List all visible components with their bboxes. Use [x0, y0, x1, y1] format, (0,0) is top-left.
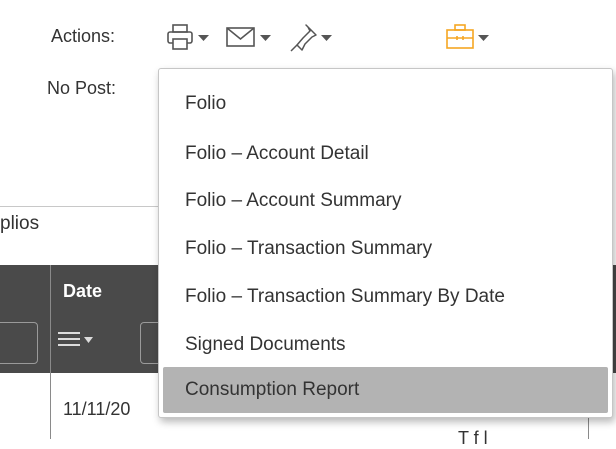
menu-item-folio-account-summary[interactable]: Folio – Account Summary [159, 178, 612, 224]
chevron-down-icon [321, 35, 332, 41]
column-menu-button[interactable] [58, 330, 98, 355]
menu-item-folio-transaction-summary-by-date[interactable]: Folio – Transaction Summary By Date [159, 274, 612, 320]
column-divider [50, 265, 51, 439]
menu-item-folio[interactable]: Folio [159, 81, 612, 127]
print-button[interactable] [166, 22, 216, 54]
actions-label: Actions: [51, 26, 116, 46]
pin-icon [290, 24, 332, 52]
chevron-down-icon [260, 35, 271, 41]
clipped-top-text [125, 0, 355, 7]
menu-item-signed-documents[interactable]: Signed Documents [159, 322, 612, 368]
folios-section-label: plios [0, 213, 40, 234]
menu-lines-icon [58, 332, 93, 346]
chevron-down-icon [478, 35, 489, 41]
menu-item-consumption-report[interactable]: Consumption Report [163, 367, 608, 413]
section-divider [0, 206, 160, 207]
mail-icon [226, 27, 271, 47]
briefcase-icon [446, 24, 489, 49]
filter-input-left[interactable] [0, 322, 38, 364]
print-icon [167, 24, 209, 50]
no-post-label: No Post: [47, 78, 117, 98]
menu-item-folio-account-detail[interactable]: Folio – Account Detail [159, 131, 612, 177]
chevron-down-icon [84, 337, 93, 343]
date-column-header[interactable]: Date [63, 281, 102, 302]
print-options-menu: Folio Folio – Account Detail Folio – Acc… [158, 68, 613, 418]
pin-button[interactable] [288, 22, 338, 54]
email-button[interactable] [225, 22, 275, 54]
briefcase-button[interactable] [445, 22, 495, 54]
menu-item-folio-transaction-summary[interactable]: Folio – Transaction Summary [159, 226, 612, 272]
table-cell-date: 11/11/20 [63, 399, 131, 419]
chevron-down-icon [198, 35, 209, 41]
